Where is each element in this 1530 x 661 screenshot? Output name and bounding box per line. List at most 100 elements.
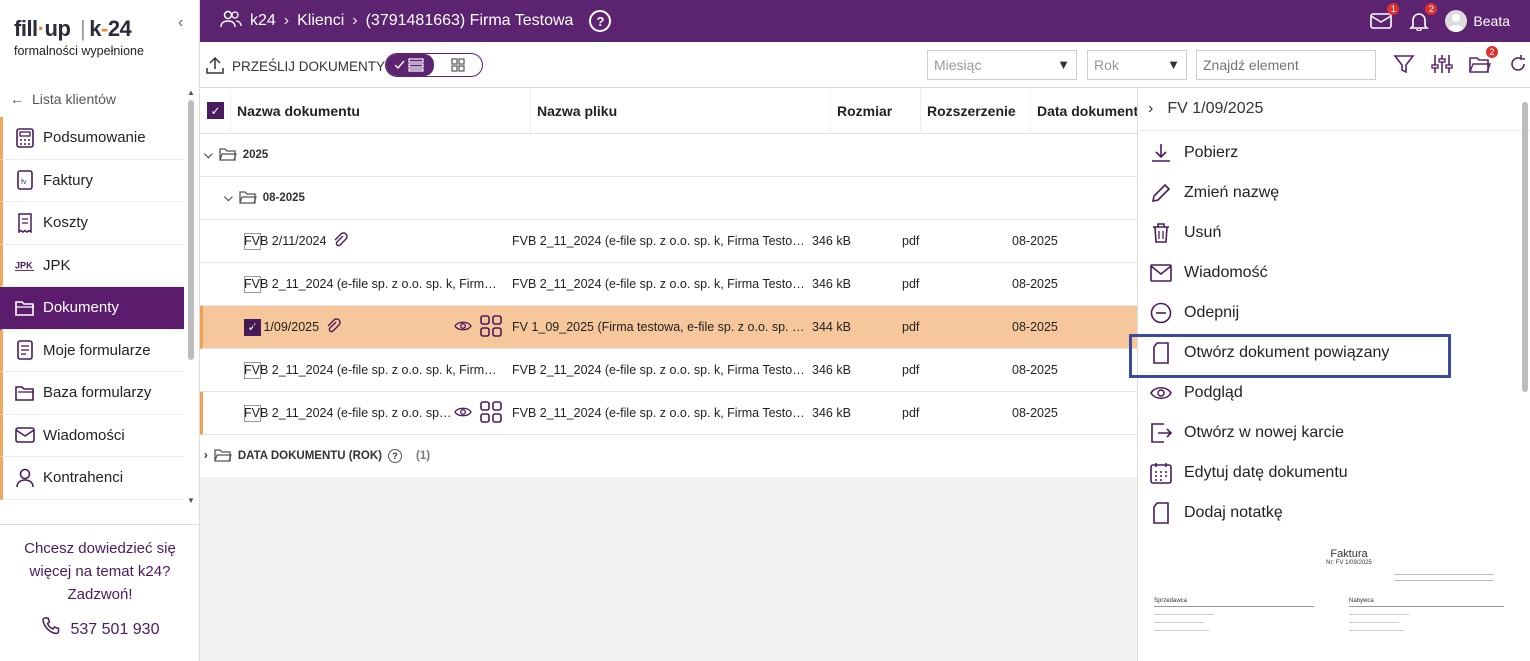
table-row[interactable]: FVB 2/11/2024 FVB 2_11_2024 (e-file sp. … [200,220,1137,263]
scroll-up-icon[interactable]: ▲ [187,88,195,97]
back-to-clients-link[interactable]: ← Lista klientów [10,91,116,107]
chevron-down-icon: ⌵ [204,148,213,161]
file-name: FVB 2_11_2024 (e-file sp. z o.o. sp. k, … [512,363,806,377]
table-row[interactable]: FVB 2_11_2024 (e-file sp. z o.o. sp. k, … [200,349,1137,392]
messages-button[interactable]: 1 [1369,3,1400,33]
phone-link[interactable]: 537 501 930 [0,616,200,643]
arrow-left-icon: ← [10,91,24,107]
panel-action-podglad[interactable]: Podgląd [1138,373,1530,413]
document-name[interactable]: FV 1/09/2025 [244,320,319,334]
group-row-year[interactable]: ⌵ 2025 [200,134,1137,177]
panel-action-edytuj-date-dokumentu[interactable]: Edytuj datę dokumentu [1138,453,1530,493]
mail-icon [15,425,35,445]
folder-open-icon [214,448,232,465]
panel-action-pobierz[interactable]: Pobierz [1138,133,1530,173]
table-row[interactable]: ✓ FV 1/09/2025 FV 1_09_2025 (Firma testo… [200,306,1137,349]
pencil-icon [1150,182,1172,204]
file-extension: pdf [902,363,920,377]
notifications-button[interactable]: 2 [1407,3,1438,33]
sidebar-scrollbar[interactable]: ▲ ▼ [186,88,196,508]
col-header-nazwa-dokumentu[interactable]: Nazwa dokumentu [231,87,531,134]
search-input[interactable] [1196,50,1376,80]
document-name[interactable]: FVB 2_11_2024 (e-file sp. z o.o. sp. k, … [244,277,498,291]
sidebar-item-podsumowanie[interactable]: Podsumowanie [0,117,184,160]
columns-settings-button[interactable] [1430,52,1454,76]
breadcrumb-client: (3791481663) Firma Testowa [365,12,574,29]
chevron-right-icon: › [283,12,290,29]
eye-icon[interactable] [454,406,472,421]
filter-button[interactable] [1392,52,1416,76]
panel-action-otworz-dokument-powiazany[interactable]: Otwórz dokument powiązany [1129,333,1530,378]
panel-action-zmien-nazwe[interactable]: Zmień nazwę [1138,173,1530,213]
phone-icon [41,616,61,643]
sidebar-item-kontrahenci[interactable]: Kontrahenci [0,457,184,500]
year-select[interactable]: Rok ▼ [1087,50,1187,80]
file-size: 344 kB [812,320,851,334]
panel-action-dodaj-notatke[interactable]: Dodaj notatkę [1138,493,1530,533]
folders-badge: 2 [1486,46,1498,58]
help-icon[interactable]: ? [589,10,612,32]
logo[interactable]: fill·up | k-24 formalności wypełnione [14,16,144,58]
user-menu[interactable]: Beata [1445,10,1510,32]
user-name: Beata [1473,13,1510,29]
list-check-icon [394,58,424,72]
scrollbar-thumb[interactable] [1522,102,1528,392]
scrollbar-thumb[interactable] [188,100,194,360]
sidebar-item-koszty[interactable]: Koszty [0,202,184,245]
sidebar-item-baza-formularzy[interactable]: Baza formularzy [0,372,184,415]
table-row[interactable]: FVB 2_11_2024 (e-file sp. z o.o. sp. k, … [200,263,1137,306]
document-name[interactable]: FVB 2_11_2024 (e-file sp. z o.o. sp. k, … [244,406,454,420]
panel-action-usun[interactable]: Usuń [1138,213,1530,253]
panel-action-otworz-w-nowej-karcie[interactable]: Otwórz w nowej karcie [1138,413,1530,453]
document-name[interactable]: FVB 2_11_2024 (e-file sp. z o.o. sp. k, … [244,363,498,377]
sidebar-item-dokumenty[interactable]: Dokumenty [0,287,184,330]
panel-scrollbar[interactable] [1520,88,1530,661]
document-name[interactable]: FVB 2/11/2024 [244,234,326,248]
breadcrumb-klienci[interactable]: Klienci [297,12,344,30]
apps-icon[interactable] [480,314,502,340]
panel-action-odepnij[interactable]: Odepnij [1138,293,1530,333]
help-icon[interactable]: ? [388,449,402,463]
upload-documents-button[interactable]: PRZEŚLIJ DOKUMENTY [206,56,385,77]
select-all-checkbox[interactable]: ✓ [207,102,224,119]
group-row-month[interactable]: ⌵ 08-2025 [200,177,1137,220]
col-header-data-dokumentu[interactable]: Data dokument [1031,88,1137,134]
panel-header[interactable]: › FV 1/09/2025 [1138,88,1530,131]
upload-icon [206,56,224,77]
col-header-nazwa-pliku[interactable]: Nazwa pliku [531,87,831,134]
month-select[interactable]: Miesiąc ▼ [927,50,1077,80]
eye-icon[interactable] [454,320,472,335]
refresh-button[interactable] [1506,52,1530,76]
sidebar: fill·up | k-24 formalności wypełnione ‹ ←… [0,0,200,661]
documents-toolbar: PRZEŚLIJ DOKUMENTY Miesiąc ▼ Rok ▼ 2 [200,42,1530,88]
scroll-down-icon[interactable]: ▼ [187,496,195,505]
open-tab-icon [1150,422,1172,444]
document-preview[interactable]: Faktura Nr: FV 1/09/2025 Sprzedawca Naby… [1154,548,1504,661]
table-row[interactable]: FVB 2_11_2024 (e-file sp. z o.o. sp. k, … [200,392,1137,435]
collapse-sidebar-icon[interactable]: ‹ [178,14,183,32]
group-row-date[interactable]: › DATA DOKUMENTU (ROK) ? (1) [200,435,1137,478]
table-empty-area [200,477,1137,661]
grid-view-button[interactable] [434,54,482,76]
user-icon [15,468,35,488]
minus-circle-icon [1150,302,1172,324]
sidebar-nav: Podsumowanie fv Faktury Koszty JPK JPK D… [0,117,184,500]
list-view-button[interactable] [386,54,434,76]
sidebar-item-faktury[interactable]: fv Faktury [0,159,184,202]
panel-action-wiadomosc[interactable]: Wiadomość [1138,253,1530,293]
apps-icon[interactable] [480,400,502,426]
document-date: 08-2025 [1012,320,1058,334]
receipt-icon [15,213,35,233]
folders-button[interactable]: 2 [1468,46,1498,76]
chevron-right-icon: › [204,450,208,462]
sidebar-item-moje-formularze[interactable]: Moje formularze [0,329,184,372]
sidebar-item-jpk[interactable]: JPK JPK [0,244,184,287]
sidebar-item-wiadomosci[interactable]: Wiadomości [0,414,184,457]
col-header-rozmiar[interactable]: Rozmiar [831,87,921,134]
file-size: 346 kB [812,363,851,377]
file-name: FV 1_09_2025 (Firma testowa, e-file sp. … [512,320,806,334]
breadcrumb-k24[interactable]: k24 [250,12,276,30]
svg-text:JPK: JPK [15,261,33,271]
panel-title: FV 1/09/2025 [1167,100,1264,117]
col-header-rozszerzenie[interactable]: Rozszerzenie [921,87,1031,134]
